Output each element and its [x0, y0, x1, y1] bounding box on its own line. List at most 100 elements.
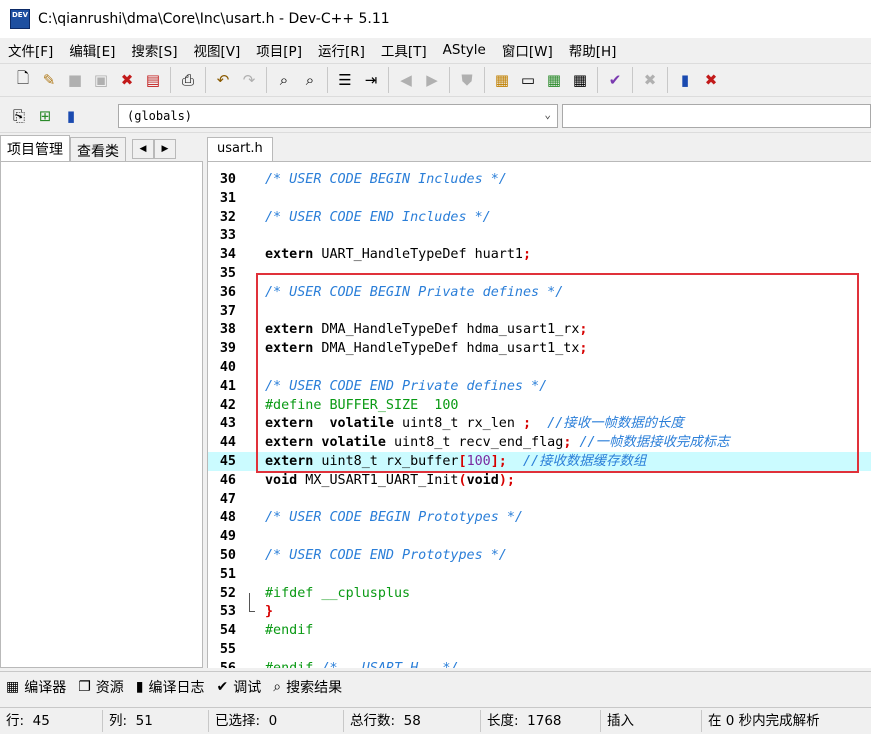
menu-search[interactable]: 搜索[S]	[123, 40, 185, 60]
project-tree-pane[interactable]	[0, 161, 203, 668]
status-total-label: 总行数:	[350, 713, 396, 729]
line-number: 53	[219, 604, 236, 620]
indent-icon[interactable]: ⇥	[359, 68, 383, 92]
bottom-tab-debug[interactable]: ✔ 调试	[211, 673, 268, 701]
find-icon[interactable]: ⌕	[272, 68, 296, 92]
window-icon[interactable]: ▭	[516, 68, 540, 92]
save-icon[interactable]: ■	[63, 68, 87, 92]
code-token: UART_HandleTypeDef huart1	[313, 247, 523, 263]
prev-icon[interactable]: ◀	[394, 68, 418, 92]
new-project-icon[interactable]: ⎘	[7, 104, 31, 128]
line-number: 55	[219, 642, 236, 657]
compile-log-icon: ▮	[135, 678, 144, 695]
code-line[interactable]: 54 #endif	[208, 621, 871, 640]
code-line[interactable]: 55	[208, 640, 871, 659]
code-token: extern	[265, 247, 314, 263]
code-text: void MX_USART1_UART_Init(void);	[265, 471, 515, 490]
code-line[interactable]: 32 /* USER CODE END Includes */	[208, 208, 871, 227]
code-text: extern UART_HandleTypeDef huart1;	[265, 245, 531, 264]
compile-run-icon[interactable]: ▦	[542, 68, 566, 92]
code-line[interactable]: 34 extern UART_HandleTypeDef huart1;	[208, 245, 871, 264]
tab-usart-h[interactable]: usart.h	[207, 137, 273, 161]
line-number: 52	[219, 585, 236, 601]
status-total-value: 58	[403, 713, 421, 729]
status-line-value: 45	[32, 713, 50, 729]
menu-edit[interactable]: 编辑[E]	[61, 40, 123, 60]
code-token: void	[265, 472, 298, 488]
line-number: 56	[208, 659, 236, 668]
replace-icon[interactable]: ⌕	[298, 68, 322, 92]
print-icon[interactable]: ⎙	[176, 68, 200, 92]
tab-scroll-right-icon[interactable]: ▶	[154, 139, 176, 159]
code-line[interactable]: 48 /* USER CODE BEGIN Prototypes */	[208, 508, 871, 527]
bottom-tab-search-results[interactable]: ⌕ 搜索结果	[267, 673, 348, 701]
code-text: }	[265, 602, 273, 621]
code-token: /* USER CODE BEGIN Prototypes */	[265, 510, 523, 526]
code-token: /* USER CODE BEGIN Includes */	[265, 172, 507, 187]
scope-select[interactable]: (globals) ⌄	[118, 104, 558, 128]
tab-project-manager[interactable]: 项目管理	[0, 135, 70, 161]
main-toolbar: 🗋 ✎ ■ ▣ ✖ ▤ ⎙ ↶ ↷ ⌕ ⌕ ☰ ⇥ ◀ ▶ ⛊ ▦ ▭ ▦ ▦ …	[0, 63, 871, 97]
menu-view[interactable]: 视图[V]	[186, 40, 249, 60]
remove-from-project-icon[interactable]: ▮	[59, 104, 83, 128]
member-select[interactable]	[562, 104, 871, 128]
code-line[interactable]: 56 #endif /* __USART_H__ */	[208, 659, 871, 668]
chart-icon[interactable]: ▮	[673, 68, 697, 92]
title-bar: DEV C:\qianrushi\dma\Core\Inc\usart.h - …	[0, 0, 871, 38]
tab-class-browser[interactable]: 查看类	[70, 137, 126, 161]
code-line[interactable]: 53}	[208, 602, 871, 621]
goto-line-icon[interactable]: ☰	[333, 68, 357, 92]
code-line[interactable]: 30 /* USER CODE BEGIN Includes */	[208, 170, 871, 189]
menu-window[interactable]: 窗口[W]	[494, 40, 561, 60]
code-line[interactable]: 52 #ifdef __cplusplus	[208, 584, 871, 603]
add-to-project-icon[interactable]: ⊞	[33, 104, 57, 128]
code-line[interactable]: 31	[208, 189, 871, 208]
code-line[interactable]: 49	[208, 527, 871, 546]
code-text: /* USER CODE BEGIN Prototypes */	[265, 508, 523, 527]
check-icon[interactable]: ✔	[603, 68, 627, 92]
status-column-value: 51	[135, 713, 153, 729]
close-file-icon[interactable]: ✖	[115, 68, 139, 92]
undo-icon[interactable]: ↶	[211, 68, 235, 92]
next-icon[interactable]: ▶	[420, 68, 444, 92]
new-file-icon[interactable]: 🗋	[11, 68, 35, 92]
code-token: /* __USART_H__ */	[321, 661, 458, 668]
code-line[interactable]: 46 void MX_USART1_UART_Init(void);	[208, 471, 871, 490]
code-token: #endif	[265, 661, 321, 668]
code-line[interactable]: 51	[208, 565, 871, 584]
line-number: 51	[219, 566, 236, 582]
menu-help[interactable]: 帮助[H]	[561, 40, 625, 60]
code-text: /* USER CODE END Prototypes */	[265, 546, 507, 565]
chevron-down-icon[interactable]: ⌄	[544, 108, 551, 121]
fold-marker	[249, 592, 250, 612]
rebuild-icon[interactable]: ▦	[568, 68, 592, 92]
stop-icon[interactable]: ✖	[638, 68, 662, 92]
close-all-icon[interactable]: ▤	[141, 68, 165, 92]
bottom-tab-resources[interactable]: ❐ 资源	[72, 673, 130, 701]
menu-tools[interactable]: 工具[T]	[373, 40, 435, 60]
bottom-tab-label: 搜索结果	[286, 679, 343, 696]
profile-delete-icon[interactable]: ✖	[699, 68, 723, 92]
window-title: C:\qianrushi\dma\Core\Inc\usart.h - Dev-…	[38, 11, 390, 27]
compile-icon[interactable]: ▦	[490, 68, 514, 92]
line-number: 30	[219, 172, 236, 187]
fold-end-marker	[249, 611, 255, 613]
line-number: 38	[219, 322, 236, 338]
code-line[interactable]: 50 /* USER CODE END Prototypes */	[208, 546, 871, 565]
menu-project[interactable]: 项目[P]	[248, 40, 310, 60]
save-all-icon[interactable]: ▣	[89, 68, 113, 92]
bookmark-icon[interactable]: ⛊	[455, 68, 479, 92]
redo-icon[interactable]: ↷	[237, 68, 261, 92]
status-parse-message: 在 0 秒内完成解析	[708, 713, 820, 729]
open-file-icon[interactable]: ✎	[37, 68, 61, 92]
code-line[interactable]: 47	[208, 490, 871, 509]
line-number: 39	[219, 341, 236, 357]
bottom-tab-compiler[interactable]: ▦ 编译器	[0, 673, 72, 701]
menu-run[interactable]: 运行[R]	[310, 40, 373, 60]
tab-scroll-left-icon[interactable]: ◀	[132, 139, 154, 159]
status-selected: 已选择: 0	[209, 710, 344, 732]
menu-astyle[interactable]: AStyle	[435, 42, 494, 58]
bottom-tab-compile-log[interactable]: ▮ 编译日志	[130, 673, 211, 701]
menu-file[interactable]: 文件[F]	[0, 40, 61, 60]
code-line[interactable]: 33	[208, 226, 871, 245]
